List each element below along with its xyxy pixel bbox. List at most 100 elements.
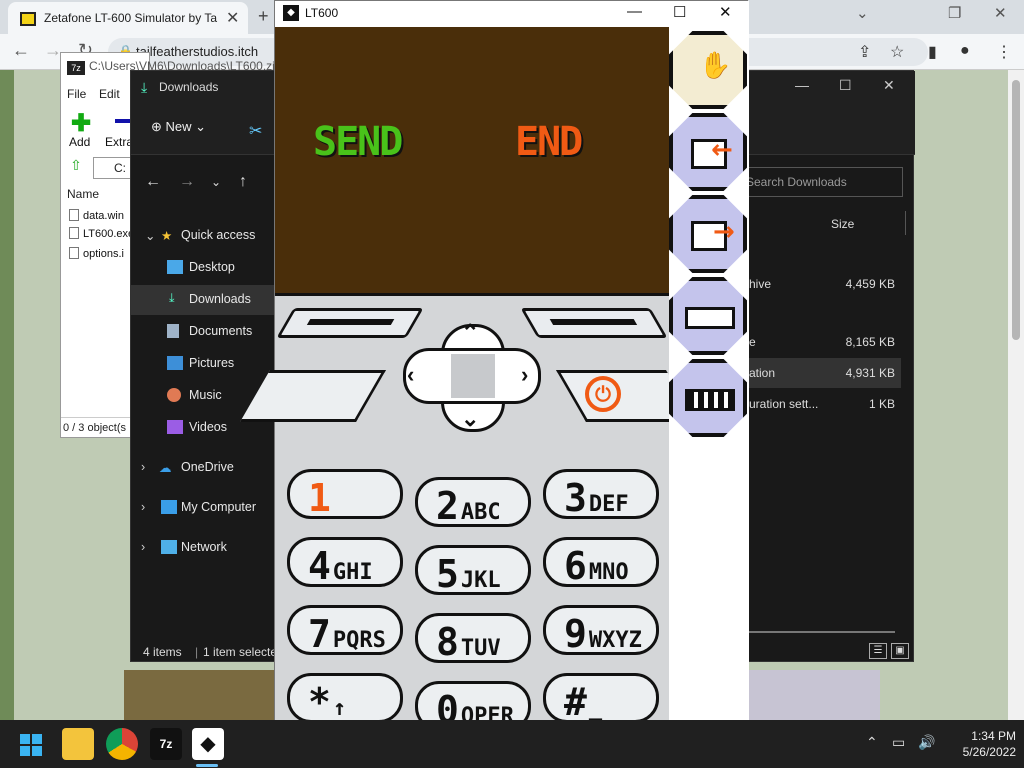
videos-icon (167, 420, 183, 434)
close-icon[interactable]: ✕ (719, 3, 732, 21)
sevenzip-icon[interactable]: 7z (150, 728, 182, 760)
star-icon: ★ (161, 229, 173, 243)
file-row-selected[interactable]: ation 4,931 KB (749, 358, 901, 388)
network-tray-icon[interactable]: ▭ (892, 734, 905, 751)
dpad-center[interactable] (451, 354, 495, 398)
expand-chevron-icon[interactable]: › (141, 460, 145, 474)
maximize-icon[interactable]: ☐ (673, 3, 686, 21)
show-hidden-icons-icon[interactable]: ⌃ (866, 734, 878, 751)
bookmark-star-icon[interactable]: ☆ (890, 42, 904, 62)
load-state-button[interactable]: ← (669, 113, 747, 191)
key-3[interactable]: 3DEF (543, 469, 659, 520)
chrome-icon[interactable] (106, 728, 138, 760)
battery-empty-icon (685, 307, 735, 329)
key-9[interactable]: 9WXYZ (543, 605, 659, 656)
back-icon[interactable]: ← (145, 173, 161, 191)
profile-icon[interactable]: ● (960, 42, 970, 60)
menu-icon[interactable]: ⋮ (996, 42, 1012, 62)
tab-close-icon[interactable]: ✕ (226, 8, 239, 28)
key-1[interactable]: 1 (287, 469, 403, 520)
volume-icon[interactable]: 🔊 (918, 734, 935, 751)
start-windows-icon[interactable] (20, 734, 42, 756)
left-arrow-icon[interactable]: ‹ (407, 362, 414, 388)
status-separator: | (195, 645, 199, 659)
arrow-left-icon: ← (711, 135, 733, 165)
forward-icon[interactable]: → (179, 173, 195, 191)
file-item[interactable]: options.i (69, 247, 124, 260)
nav-quick-access[interactable]: ⌄ ★ Quick access (131, 221, 277, 251)
minimize-icon[interactable]: — (795, 77, 809, 93)
back-icon[interactable]: ← (12, 40, 30, 61)
end-button[interactable]: END (515, 119, 583, 165)
battery-button[interactable] (669, 277, 747, 355)
name-column-header[interactable]: Name (67, 187, 99, 201)
nav-desktop[interactable]: Desktop (131, 253, 277, 283)
key-2[interactable]: 2ABC (415, 477, 531, 528)
file-row[interactable]: e 8,165 KB (749, 327, 901, 357)
up-arrow-icon[interactable]: ⌃ (461, 320, 479, 346)
browser-close-icon[interactable]: ✕ (994, 4, 1007, 22)
file-item[interactable]: data.win (69, 209, 124, 222)
add-icon[interactable]: ✚ (71, 109, 91, 138)
file-row[interactable]: uration sett... 1 KB (749, 389, 901, 419)
power-icon[interactable]: ⏻ (585, 376, 621, 412)
minimize-icon[interactable]: — (627, 3, 642, 20)
new-button[interactable]: ⊕ New ⌄ (151, 119, 206, 135)
menu-file[interactable]: File (67, 87, 86, 101)
tab-search-icon[interactable]: ⌄ (856, 4, 869, 22)
dpad[interactable]: ⌃ ⌄ ‹ › (399, 318, 545, 438)
sidepanel-icon[interactable]: ▮ (928, 42, 937, 62)
key-5[interactable]: 5JKL (415, 545, 531, 596)
key-8[interactable]: 8TUV (415, 613, 531, 664)
file-row[interactable]: hive 4,459 KB (749, 269, 901, 299)
extract-button[interactable]: Extra (105, 135, 133, 149)
expand-chevron-icon[interactable]: › (141, 540, 145, 554)
close-icon[interactable]: ✕ (883, 77, 895, 94)
save-state-button[interactable]: → (669, 195, 747, 273)
menu-edit[interactable]: Edit (99, 87, 120, 101)
nav-documents[interactable]: Documents (131, 317, 277, 347)
up-icon[interactable]: ↑ (239, 173, 247, 191)
new-tab-button[interactable]: + (258, 6, 269, 27)
right-arrow-icon[interactable]: › (521, 362, 528, 388)
restore-icon[interactable]: ❐ (948, 4, 961, 22)
item-count: 4 items (143, 645, 182, 659)
size-column-header[interactable]: Size (831, 217, 854, 231)
nav-downloads[interactable]: ⤓ Downloads (131, 285, 277, 315)
share-icon[interactable]: ⇪ (858, 42, 871, 62)
down-arrow-icon[interactable]: ⌄ (461, 406, 479, 432)
maximize-icon[interactable]: ☐ (839, 77, 852, 94)
zetafone-taskbar-icon[interactable]: ◆ (192, 728, 224, 760)
recent-icon[interactable]: ⌄ (211, 175, 221, 189)
browser-tab[interactable]: Zetafone LT-600 Simulator by Ta ✕ (8, 2, 248, 34)
search-input[interactable]: Search Downloads (735, 167, 903, 197)
folder-up-icon[interactable]: ⇧ (65, 157, 87, 179)
nav-pictures[interactable]: Pictures (131, 349, 277, 379)
details-view-icon[interactable]: ☰ (869, 643, 887, 659)
scroll-thumb[interactable] (1012, 80, 1020, 340)
tiles-view-icon[interactable]: ▣ (891, 643, 909, 659)
cut-icon[interactable]: ✂ (249, 121, 262, 141)
add-button[interactable]: Add (69, 135, 90, 149)
nav-onedrive[interactable]: › ☁ OneDrive (131, 453, 277, 483)
clock[interactable]: 1:34 PM 5/26/2022 (946, 728, 1016, 760)
plus-circle-icon: ⊕ (151, 119, 166, 134)
key-hash[interactable]: #_ (543, 673, 659, 724)
file-icon (69, 209, 79, 221)
battery-full-button[interactable] (669, 359, 747, 437)
file-item[interactable]: LT600.exe (69, 227, 134, 240)
key-star[interactable]: *↑ (287, 673, 403, 724)
expand-chevron-icon[interactable]: › (141, 500, 145, 514)
nav-network[interactable]: › Network (131, 533, 277, 563)
horizontal-scrollbar[interactable] (749, 631, 895, 633)
send-button[interactable]: SEND (313, 119, 403, 165)
nav-my-computer[interactable]: › My Computer (131, 493, 277, 523)
key-6[interactable]: 6MNO (543, 537, 659, 588)
extract-icon[interactable] (115, 119, 131, 123)
key-7[interactable]: 7PQRS (287, 605, 403, 656)
page-scrollbar[interactable] (1008, 70, 1024, 720)
file-explorer-icon[interactable] (62, 728, 94, 760)
expand-chevron-icon[interactable]: ⌄ (145, 228, 155, 243)
grab-tool-button[interactable]: ✋ (669, 31, 747, 109)
key-4[interactable]: 4GHI (287, 537, 403, 588)
